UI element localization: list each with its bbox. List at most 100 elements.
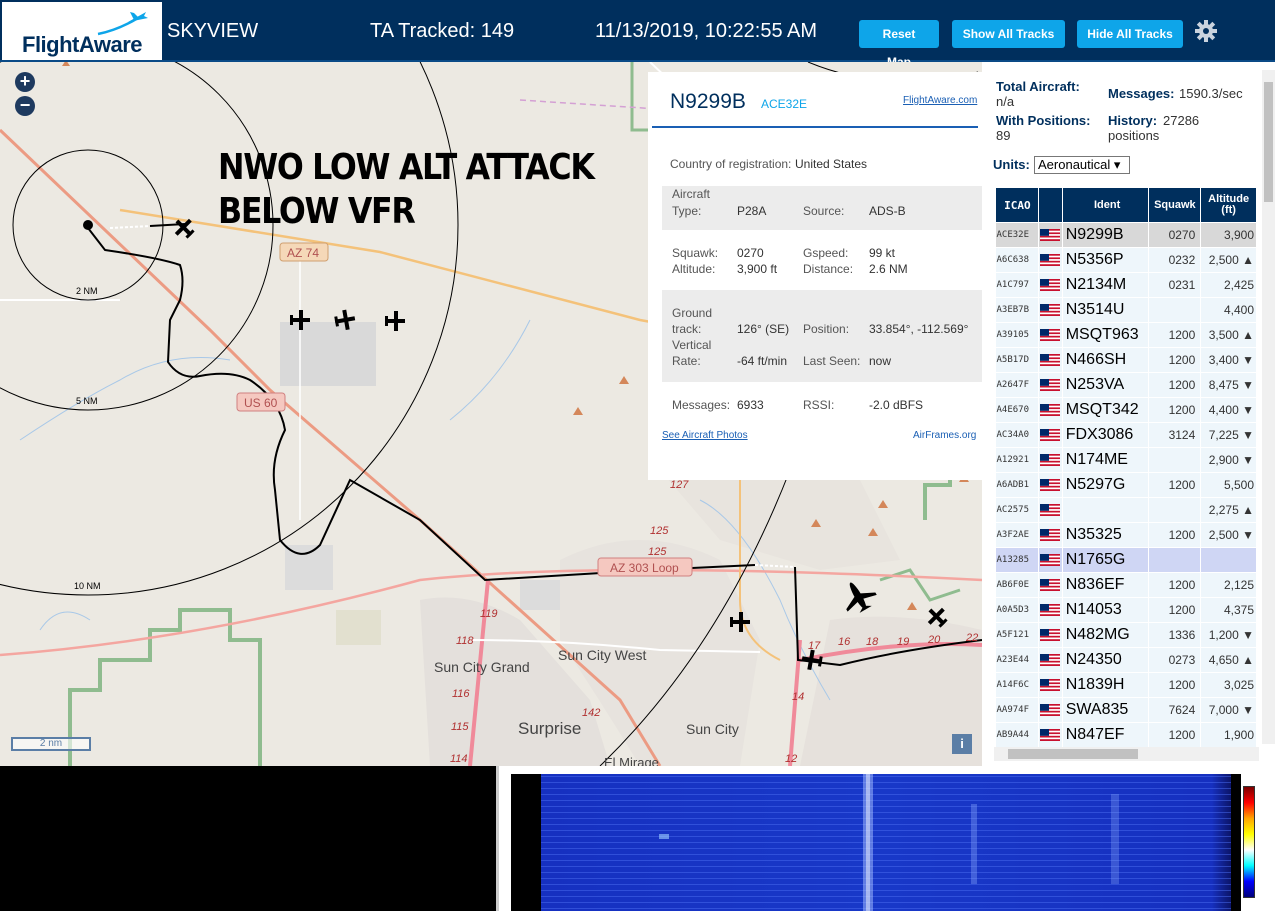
column-altitude[interactable]: Altitude (ft) <box>1200 187 1257 223</box>
gspeed-value: 99 kt <box>869 246 896 260</box>
aircraft-photos-link[interactable]: See Aircraft Photos <box>662 430 748 441</box>
map-info-button[interactable]: i <box>952 734 972 754</box>
last-seen-value: now <box>869 354 892 368</box>
us-flag-icon <box>1040 403 1061 416</box>
sidebar-vertical-scrollbar[interactable] <box>1262 70 1275 744</box>
aircraft-sidebar: Total Aircraft: n/a Messages: 1590.3/sec… <box>982 62 1275 766</box>
ground-track-label-2: track: <box>672 322 702 336</box>
place-label-el-mirage: El Mirage <box>604 755 659 766</box>
row-altitude: 3,025 <box>1200 672 1257 698</box>
table-row[interactable]: A23E44 N24350 0273 4,650 ▲ <box>995 647 1257 673</box>
messages-label: Messages: <box>672 398 731 412</box>
row-altitude: 7,000 ▼ <box>1200 697 1257 723</box>
row-icao: A2647F <box>995 372 1039 398</box>
row-flag <box>1038 647 1063 673</box>
table-row[interactable]: AC34A0 FDX3086 3124 7,225 ▼ <box>995 422 1257 448</box>
row-icao: A0A5D3 <box>995 597 1039 623</box>
row-icao: AA974F <box>995 697 1039 723</box>
scrollbar-thumb[interactable] <box>1008 749 1138 759</box>
row-squawk: 0232 <box>1148 247 1202 273</box>
row-squawk: 1200 <box>1148 397 1202 423</box>
row-flag <box>1038 547 1063 573</box>
row-flag <box>1038 522 1063 548</box>
flightaware-link[interactable]: FlightAware.com <box>903 95 977 106</box>
sidebar-horizontal-scrollbar[interactable] <box>994 747 1259 761</box>
table-row[interactable]: A12921 N174ME 2,900 ▼ <box>995 447 1257 473</box>
range-label-5nm: 5 NM <box>76 396 98 406</box>
route-number: 127 <box>670 479 689 491</box>
table-row[interactable]: AC2575 2,275 ▲ <box>995 497 1257 523</box>
aircraft-type-value: P28A <box>737 204 767 218</box>
zoom-out-button[interactable]: − <box>15 96 35 116</box>
us-flag-icon <box>1040 353 1061 366</box>
row-ident: N14053 <box>1062 597 1150 623</box>
route-number: 19 <box>897 636 909 648</box>
table-row[interactable]: A0A5D3 N14053 1200 4,375 <box>995 597 1257 623</box>
route-number: 14 <box>792 691 804 703</box>
column-ident[interactable]: Ident <box>1061 187 1150 223</box>
table-row[interactable]: A39105 MSQT963 1200 3,500 ▲ <box>995 322 1257 348</box>
gear-icon[interactable] <box>1194 19 1218 43</box>
table-row[interactable]: A4E670 MSQT342 1200 4,400 ▼ <box>995 397 1257 423</box>
row-icao: A4E670 <box>995 397 1039 423</box>
table-row[interactable]: A5B17D N466SH 1200 3,400 ▼ <box>995 347 1257 373</box>
show-all-tracks-button[interactable]: Show All Tracks <box>952 20 1065 48</box>
flightaware-logo[interactable]: FlightAware <box>2 2 162 60</box>
zoom-in-button[interactable]: + <box>15 72 35 92</box>
spectrum-panel <box>499 766 1275 911</box>
total-aircraft-label: Total Aircraft: <box>996 79 1080 94</box>
us-flag-icon <box>1040 603 1061 616</box>
source-value: ADS-B <box>869 204 906 218</box>
column-flag[interactable] <box>1037 187 1063 223</box>
annotation-line-1: NWO LOW ALT ATTACK <box>218 147 595 188</box>
row-altitude: 2,125 <box>1200 572 1257 598</box>
table-row[interactable]: A13285 N1765G <box>995 547 1257 573</box>
aircraft-type-label-2: Type: <box>672 204 702 218</box>
table-row[interactable]: A5F121 N482MG 1336 1,200 ▼ <box>995 622 1257 648</box>
row-ident: N9299B <box>1062 222 1150 248</box>
table-row[interactable]: A2647F N253VA 1200 8,475 ▼ <box>995 372 1257 398</box>
reset-map-button[interactable]: Reset Map <box>859 20 939 69</box>
units-select[interactable]: Aeronautical ▾ <box>1034 156 1130 174</box>
scrollbar-thumb[interactable] <box>1264 82 1273 202</box>
us-flag-icon <box>1040 503 1061 516</box>
table-row[interactable]: A14F6C N1839H 1200 3,025 <box>995 672 1257 698</box>
table-row[interactable]: A3EB7B N3514U 4,400 <box>995 297 1257 323</box>
table-row[interactable]: AA974F SWA835 7624 7,000 ▼ <box>995 697 1257 723</box>
tracked-count: TA Tracked: 149 <box>370 20 515 42</box>
table-row[interactable]: A3F2AE N35325 1200 2,500 ▼ <box>995 522 1257 548</box>
aircraft-table: ICAO Ident Squawk Altitude (ft) ACE32E N9… <box>995 187 1257 748</box>
current-datetime: 11/13/2019, 10:22:55 AM <box>595 20 818 42</box>
aircraft-icon[interactable] <box>385 311 405 331</box>
table-row[interactable]: A6ADB1 N5297G 1200 5,500 <box>995 472 1257 498</box>
table-row[interactable]: AB9A44 N847EF 1200 1,900 <box>995 722 1257 748</box>
row-squawk: 7624 <box>1148 697 1202 723</box>
messages-value: 6933 <box>737 398 764 412</box>
route-number: 142 <box>582 707 600 719</box>
row-altitude: 3,900 <box>1200 222 1257 248</box>
airframes-link[interactable]: AirFrames.org <box>913 430 976 441</box>
jet-aircraft-icon[interactable] <box>836 574 880 617</box>
row-squawk: 0273 <box>1148 647 1202 673</box>
row-icao: AC34A0 <box>995 422 1039 448</box>
row-squawk: 0270 <box>1148 222 1202 248</box>
table-row[interactable]: A6C638 N5356P 0232 2,500 ▲ <box>995 247 1257 273</box>
row-ident: N482MG <box>1062 622 1150 648</box>
row-ident: N836EF <box>1062 572 1150 598</box>
position-value: 33.854°, -112.569° <box>869 322 969 336</box>
column-icao[interactable]: ICAO <box>995 187 1039 223</box>
hide-all-tracks-button[interactable]: Hide All Tracks <box>1077 20 1183 48</box>
source-label: Source: <box>803 204 845 218</box>
table-row[interactable]: ACE32E N9299B 0270 3,900 <box>995 222 1257 248</box>
row-flag <box>1038 372 1063 398</box>
annotation-line-2: BELOW VFR <box>218 191 416 232</box>
history-label: History: <box>1108 113 1158 128</box>
column-squawk[interactable]: Squawk <box>1148 187 1202 223</box>
table-row[interactable]: AB6F0E N836EF 1200 2,125 <box>995 572 1257 598</box>
ground-track-value: 126° (SE) <box>737 322 790 336</box>
table-row[interactable]: A1C797 N2134M 0231 2,425 <box>995 272 1257 298</box>
row-icao: A23E44 <box>995 647 1039 673</box>
with-positions-label: With Positions: <box>996 113 1091 128</box>
selected-ident: N9299B <box>670 90 746 113</box>
gspeed-label: Gspeed: <box>803 246 849 260</box>
